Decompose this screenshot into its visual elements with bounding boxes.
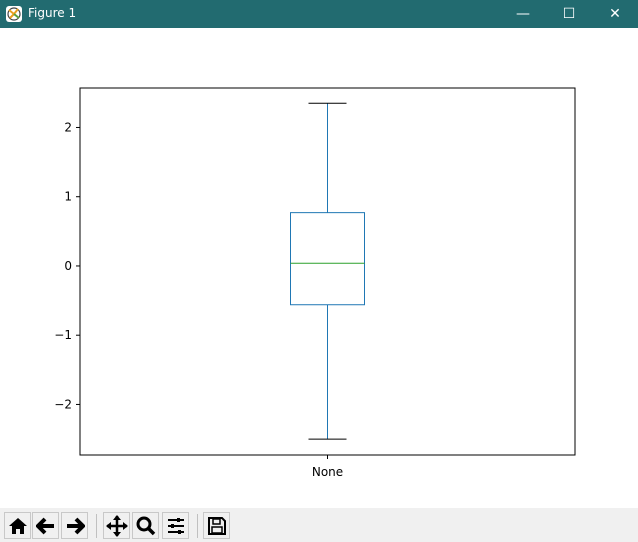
y-tick-label: 2 [64, 120, 72, 134]
zoom-icon [136, 516, 155, 535]
minimize-button[interactable]: — [500, 0, 546, 28]
home-icon [8, 517, 27, 534]
maximize-icon: ☐ [562, 6, 576, 22]
pan-icon [105, 514, 128, 537]
home-button[interactable] [4, 512, 31, 539]
toolbar-separator [197, 514, 198, 538]
y-tick-label: −1 [54, 328, 72, 342]
window-title: Figure 1 [28, 6, 77, 20]
close-icon: ✕ [609, 6, 621, 22]
x-tick-label: None [312, 465, 343, 479]
maximize-button[interactable]: ☐ [546, 0, 592, 28]
y-tick-label: 0 [64, 259, 72, 273]
configure-subplots-icon [167, 517, 184, 534]
toolbar-separator [96, 514, 97, 538]
pan-button[interactable] [103, 512, 130, 539]
back-icon [35, 517, 54, 534]
navigation-toolbar [0, 508, 638, 542]
y-tick-label: −2 [54, 397, 72, 411]
forward-button[interactable] [61, 512, 88, 539]
zoom-button[interactable] [132, 512, 159, 539]
title-bar: Figure 1 — ☐ ✕ [0, 0, 638, 28]
save-button[interactable] [203, 512, 230, 539]
y-tick-label: 1 [64, 190, 72, 204]
forward-icon [66, 517, 85, 534]
back-button[interactable] [32, 512, 59, 539]
close-button[interactable]: ✕ [592, 0, 638, 28]
configure-subplots-button[interactable] [162, 512, 189, 539]
matplotlib-logo-icon [6, 6, 22, 22]
boxplot-figure[interactable]: −2 −1 0 1 2 None [0, 28, 638, 508]
save-icon [207, 516, 226, 535]
minimize-icon: — [516, 6, 530, 22]
